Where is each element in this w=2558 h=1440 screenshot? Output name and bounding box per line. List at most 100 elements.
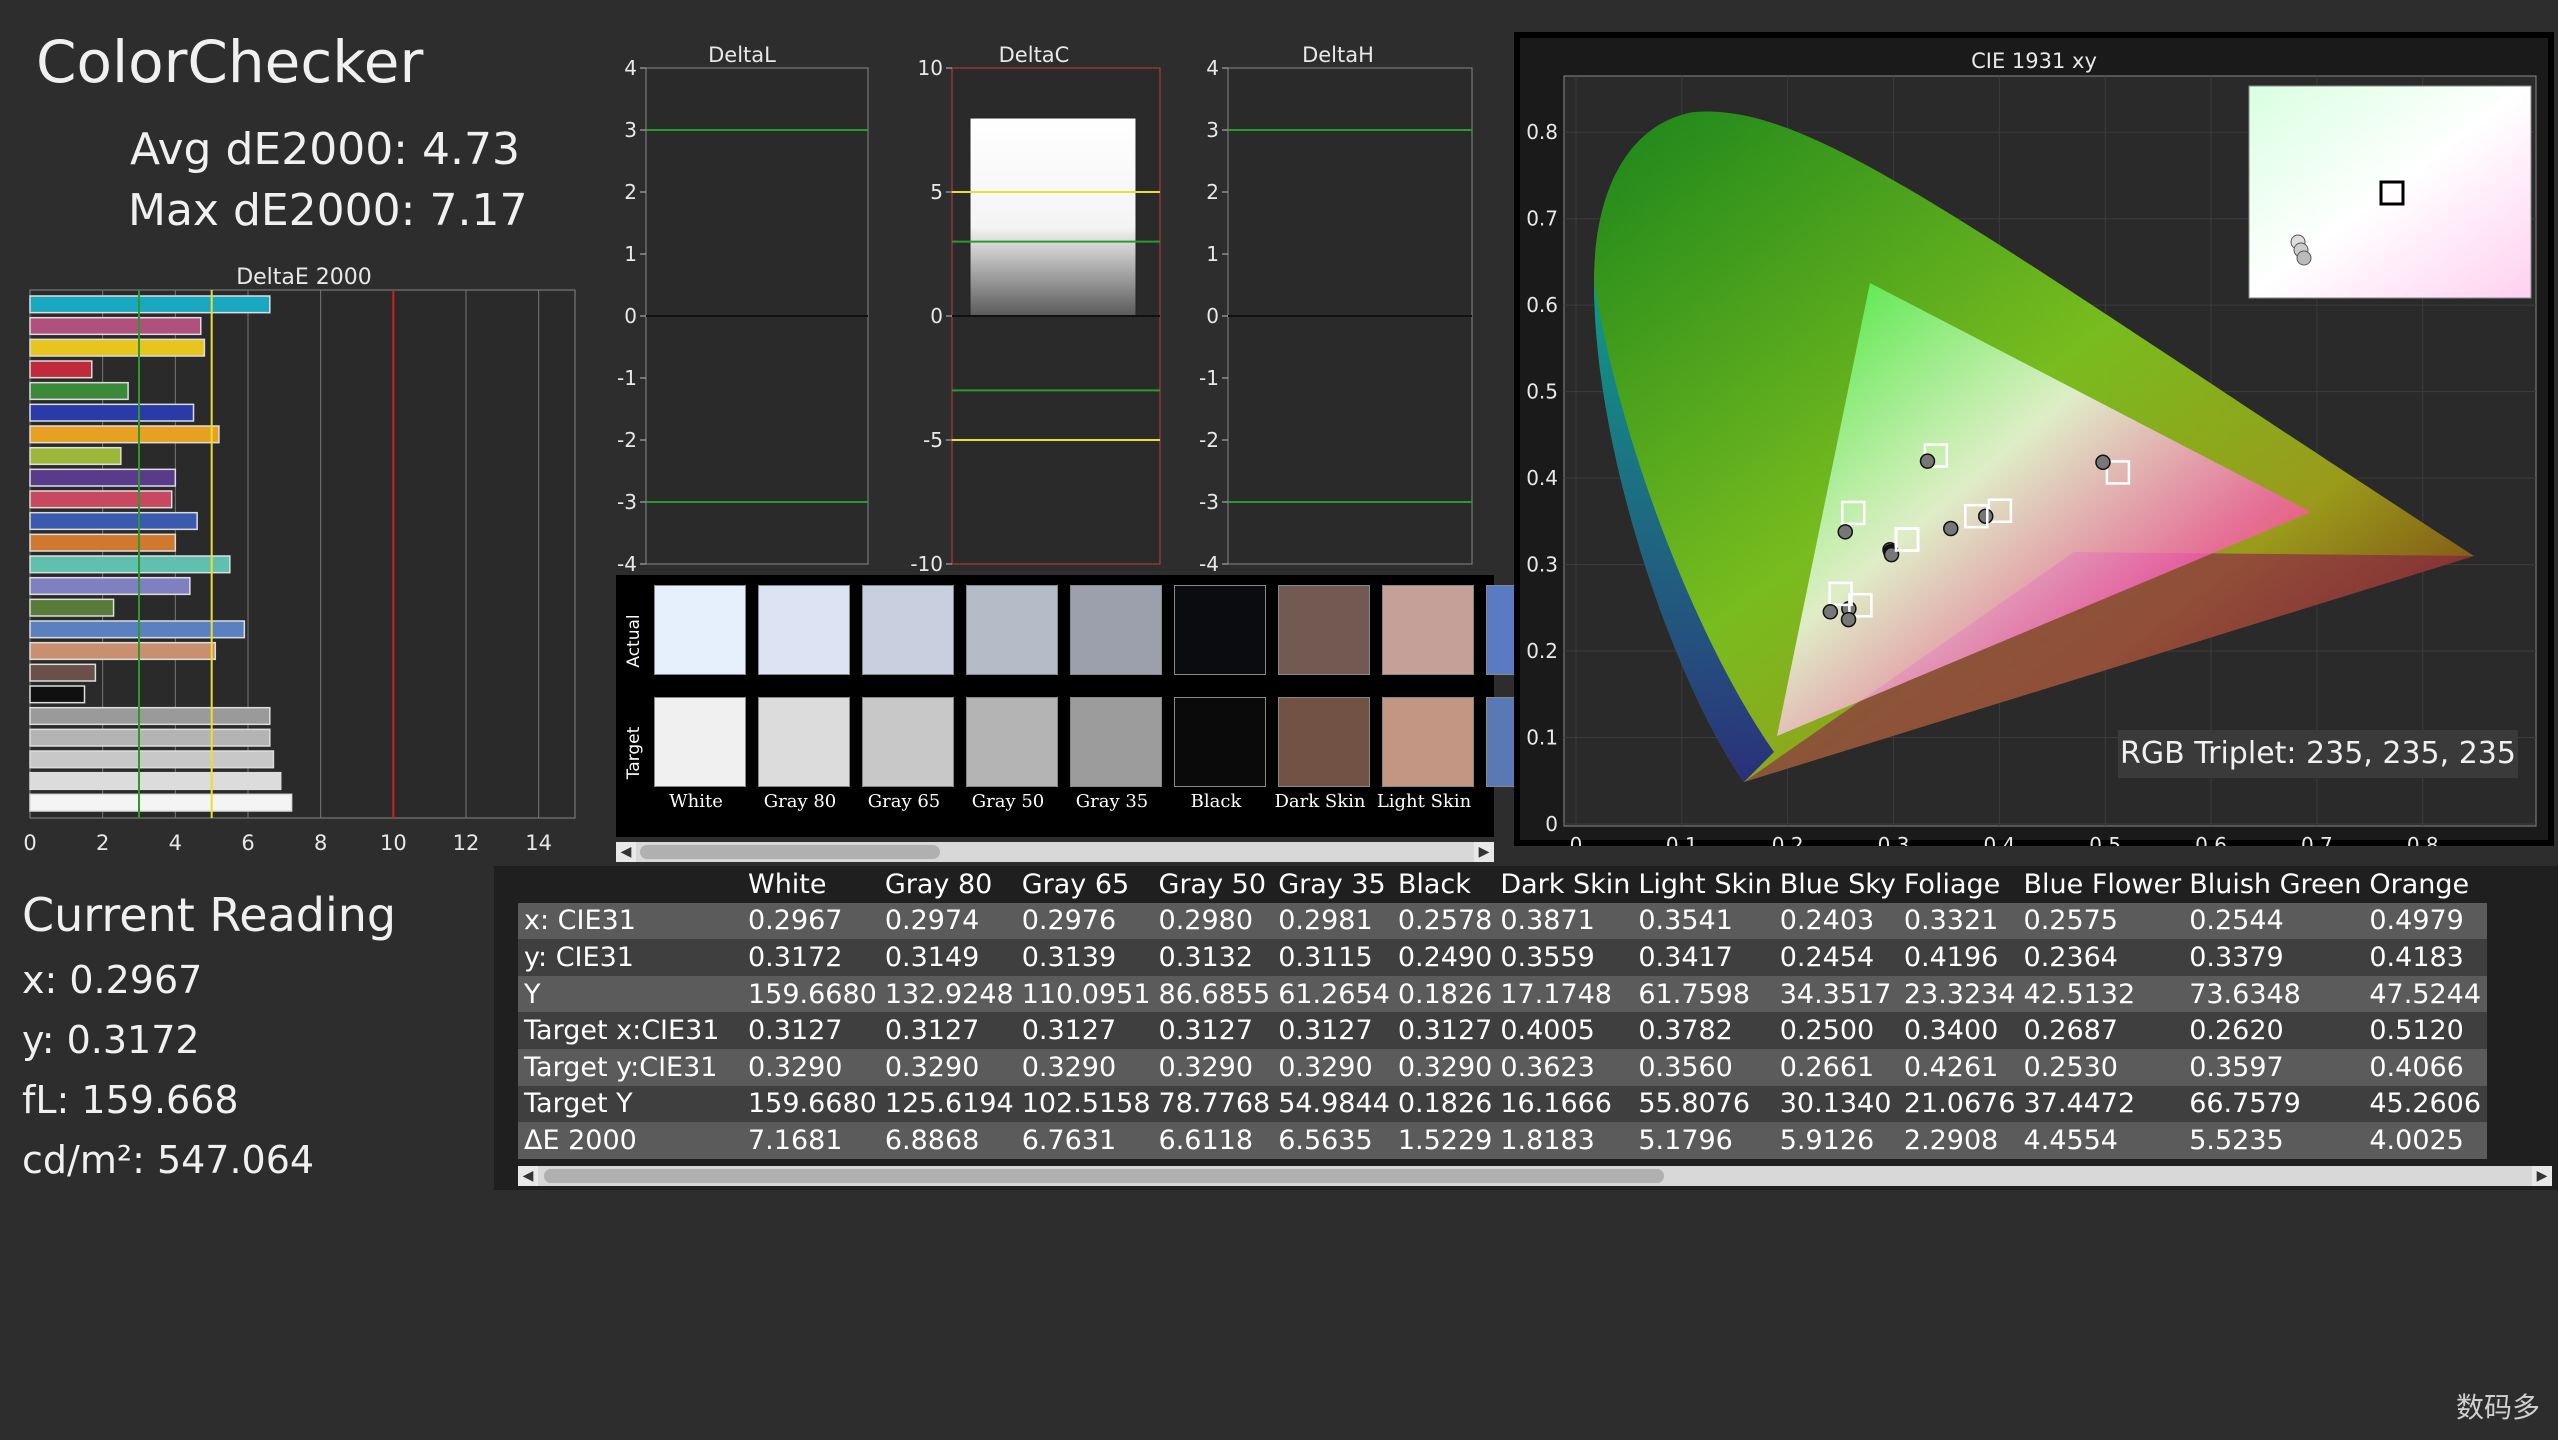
deltae-x-tick: 14 <box>525 831 552 855</box>
delta-tick-label: 0 <box>1206 304 1219 328</box>
table-cell: 6.5635 <box>1276 1122 1396 1159</box>
table-cell: 61.2654 <box>1276 975 1396 1013</box>
table-cell: 61.7598 <box>1636 975 1778 1013</box>
table-cell: 47.5244 <box>2367 975 2488 1013</box>
actual-swatch <box>862 585 954 675</box>
table-cell: 73.6348 <box>2187 975 2368 1013</box>
table-cell: 0.3559 <box>1498 939 1637 976</box>
table-cell: 5.1796 <box>1636 1122 1778 1159</box>
table-cell: 0.3417 <box>1636 939 1778 976</box>
deltae-bar <box>29 728 271 747</box>
table-cell: 0.3541 <box>1636 902 1778 940</box>
table-cell: 0.2500 <box>1777 1012 1902 1049</box>
table-scroll-left[interactable]: ◀ <box>518 1166 538 1186</box>
cie-y-tick: 0.1 <box>1526 726 1558 750</box>
target-swatch <box>758 697 850 787</box>
swatch-label: White <box>669 791 723 812</box>
table-cell: 0.3560 <box>1636 1048 1778 1086</box>
table-cell: 0.2687 <box>2021 1012 2188 1049</box>
delta-tick-label: 0 <box>624 304 637 328</box>
deltae-bar <box>29 555 231 574</box>
table-cell: 0.4066 <box>2367 1048 2488 1086</box>
current-y: y: 0.3172 <box>22 1018 200 1062</box>
deltae-bar <box>29 468 177 487</box>
cie-measured-point <box>1837 524 1854 540</box>
deltac-bar <box>969 117 1137 317</box>
actual-swatch <box>1070 585 1162 675</box>
max-de2000: Max dE2000: 7.17 <box>128 185 528 236</box>
deltae-bar <box>29 295 271 314</box>
cie-y-tick: 0.8 <box>1526 120 1558 144</box>
table-column-header: Gray 50 <box>1158 868 1267 900</box>
delta-tick-label: 1 <box>1206 242 1219 266</box>
inset-point-3 <box>2296 250 2312 266</box>
delta-tick-label: -5 <box>923 428 943 452</box>
table-cell: 0.2403 <box>1777 902 1902 940</box>
table-cell: 0.2620 <box>2187 1012 2368 1049</box>
delta-tick-label: -1 <box>1199 366 1219 390</box>
deltae-x-tick: 0 <box>23 831 36 855</box>
swatch-scrollbar[interactable]: ◀ ▶ <box>616 842 1494 862</box>
delta-tick-label: -2 <box>1199 428 1219 452</box>
delta-tick-label: 5 <box>930 180 943 204</box>
current-reading-title: Current Reading <box>22 888 397 942</box>
table-cell: 102.5158 <box>1019 1085 1157 1123</box>
watermark-logo: 数码多 <box>2455 1391 2540 1424</box>
scroll-right-arrow[interactable]: ▶ <box>1474 842 1494 862</box>
delta-tick-label: -3 <box>617 490 637 514</box>
cie-x-tick: 0.3 <box>1878 833 1910 846</box>
table-cell: 0.3115 <box>1276 939 1396 976</box>
table-cell: 66.7579 <box>2187 1085 2368 1123</box>
table-cell: 0.3127 <box>1276 1012 1396 1049</box>
cie-y-tick: 0.7 <box>1526 207 1558 231</box>
target-swatch <box>1278 697 1370 787</box>
cie-x-tick: 0.5 <box>2089 833 2121 846</box>
deltae-bar <box>29 490 173 509</box>
delta-tick-label: -4 <box>1199 552 1219 576</box>
scroll-left-arrow[interactable]: ◀ <box>616 842 636 862</box>
delta-tick-label: -4 <box>617 552 637 576</box>
deltae-bar <box>29 641 217 661</box>
table-cell: 54.9844 <box>1276 1085 1396 1123</box>
deltah-title: DeltaH <box>1302 43 1374 67</box>
table-cell: 1.8183 <box>1498 1122 1637 1159</box>
swatch-column: Gray 65 <box>852 575 956 837</box>
actual-label-box: Actual <box>622 603 646 683</box>
table-cell: 0.3871 <box>1498 902 1637 940</box>
swatch-scroll-thumb[interactable] <box>640 845 940 859</box>
deltae-bar <box>29 576 191 596</box>
table-cell: 0.3127 <box>746 1012 883 1049</box>
table-cell: 0.2981 <box>1276 902 1396 940</box>
table-cell: 125.6194 <box>882 1085 1020 1123</box>
table-cell: 0.3321 <box>1901 902 2022 940</box>
deltae-chart-title: DeltaE 2000 <box>236 265 372 290</box>
actual-swatch <box>654 585 746 675</box>
deltae-x-tick: 10 <box>380 831 407 855</box>
table-cell: 0.3290 <box>1156 1048 1277 1086</box>
swatch-column: Gray 35 <box>1060 575 1164 837</box>
delta-tick-label: 4 <box>624 56 637 80</box>
table-row-label: ΔE 2000 <box>518 1122 746 1159</box>
deltae-x-tick: 6 <box>241 831 254 855</box>
table-row: Target y:CIE31 0.3290 0.3290 0.3290 0.3290 0.… <box>518 1048 2488 1086</box>
cie-chart: CIE 1931 xy 0 0.1 0.2 0.3 0.4 0.5 0.6 0.7 0.8 0.8… <box>1520 38 2548 857</box>
table-cell: 0.3290 <box>1395 1048 1499 1086</box>
table-column-header: Dark Skin <box>1500 868 1631 900</box>
cie-x-tick: 0.2 <box>1772 833 1804 846</box>
deltae-x-tick: 12 <box>453 831 480 855</box>
swatch-column: Light Skin <box>1372 575 1476 837</box>
table-cell: 0.1826 <box>1395 975 1499 1013</box>
table-column-header: Gray 35 <box>1278 868 1386 900</box>
table-scroll-right[interactable]: ▶ <box>2532 1166 2552 1186</box>
delta-tick-label: -3 <box>1199 490 1219 514</box>
table-scroll-thumb[interactable] <box>544 1169 1664 1183</box>
deltae-x-tick: 2 <box>96 831 109 855</box>
target-swatch <box>1070 697 1162 787</box>
swatch-column: Gray 80 <box>748 575 852 837</box>
cie-measured-point <box>1943 520 1959 537</box>
deltae-bar <box>29 663 97 682</box>
target-label-box: Target <box>622 715 646 795</box>
deltae-bar <box>29 360 93 379</box>
table-scrollbar[interactable]: ◀ ▶ <box>518 1166 2552 1186</box>
deltae-x-tick: 4 <box>169 831 182 855</box>
